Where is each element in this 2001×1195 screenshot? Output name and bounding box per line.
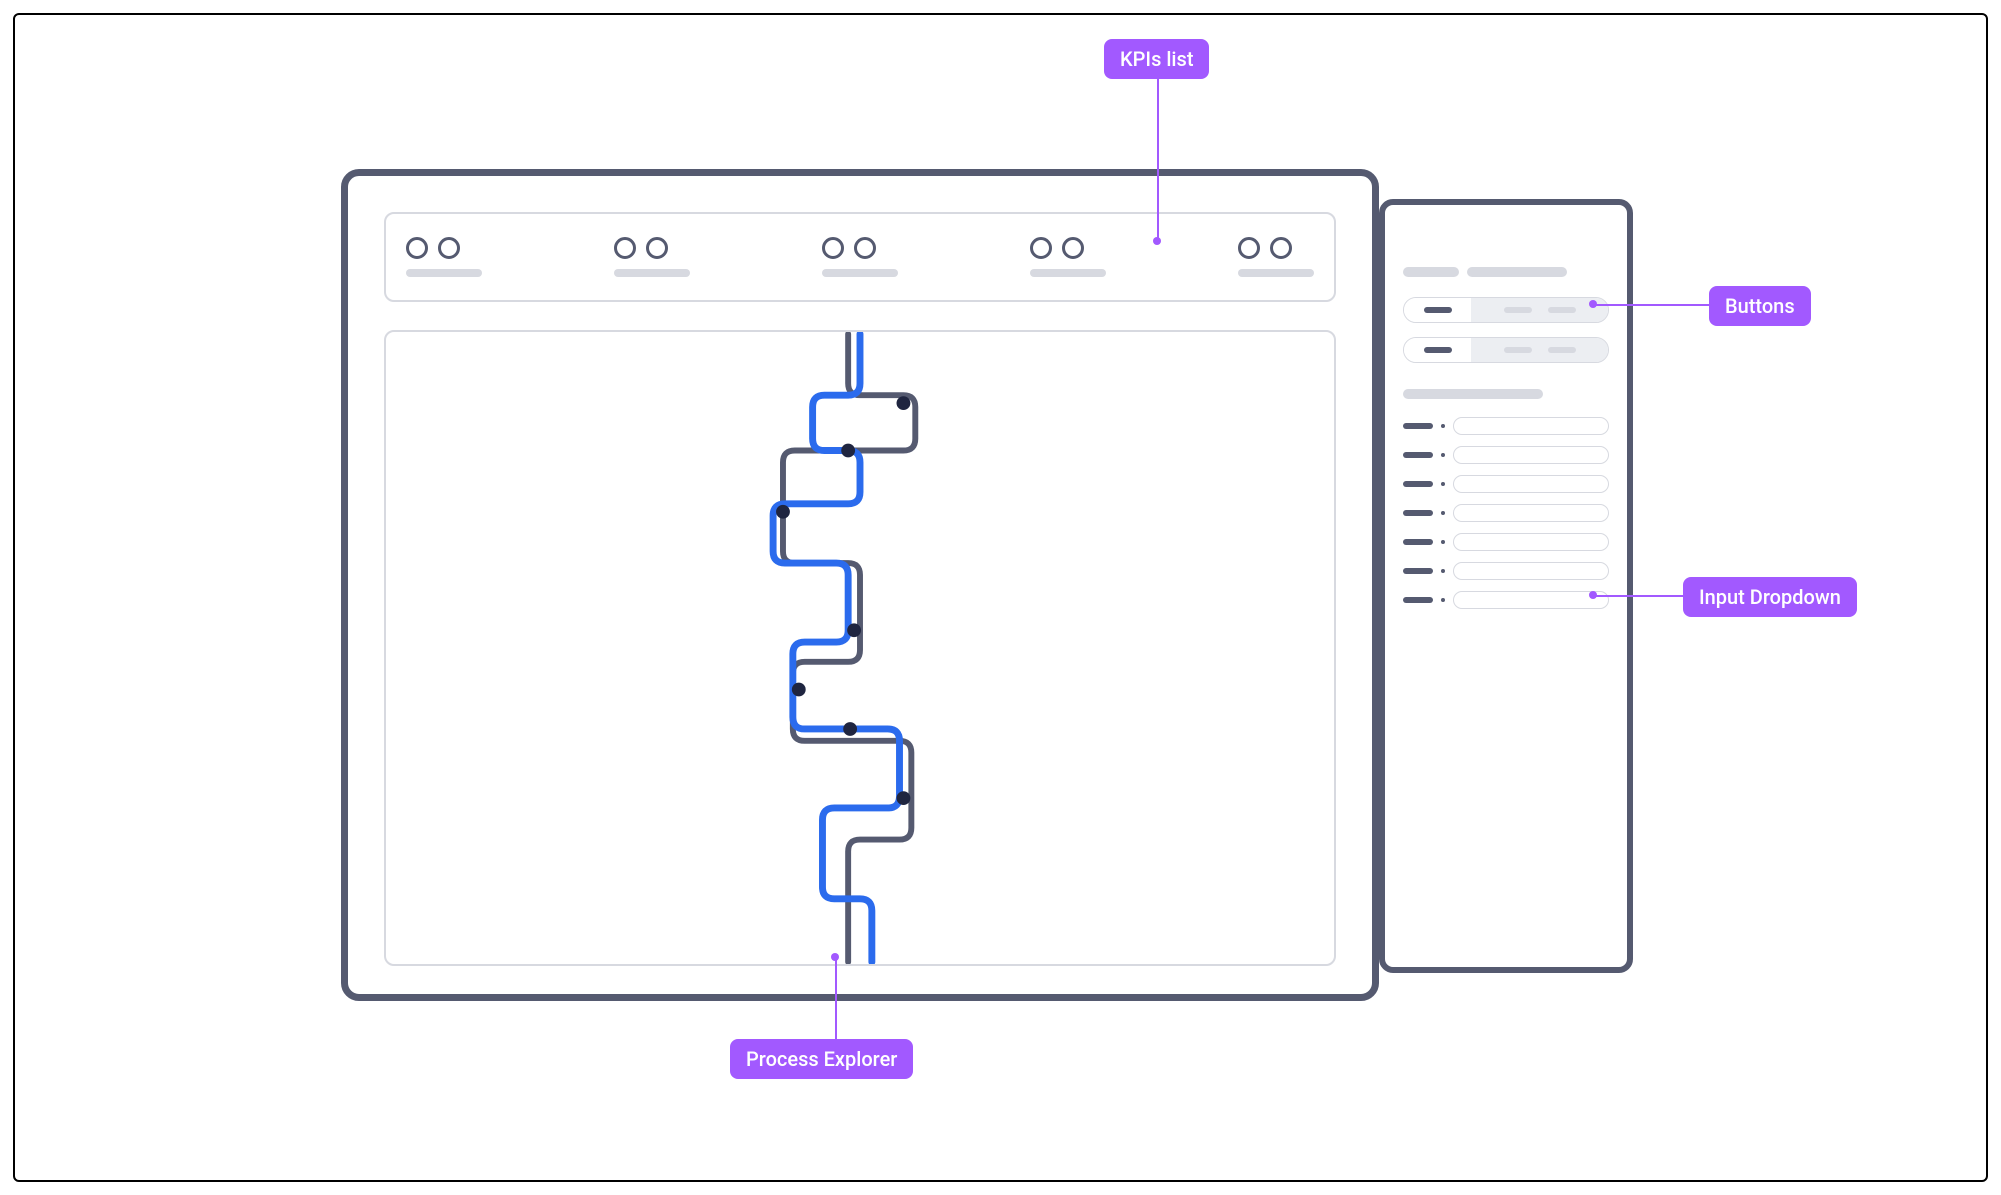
kpi-cell-4[interactable] [1030,237,1106,277]
kpi-cell-3[interactable] [822,237,898,277]
side-panel [1379,199,1633,973]
button-group-2[interactable] [1403,337,1609,363]
side-panel-section-title [1403,389,1543,399]
button-group-1[interactable] [1403,297,1609,323]
annotation-dropdown-dot [1589,591,1597,599]
kpis-list [384,212,1336,302]
main-panel [341,169,1379,1001]
kpi-cell-1[interactable] [406,237,482,277]
input-dropdown-row-6[interactable] [1403,562,1609,580]
input-dropdown-row-7[interactable] [1403,591,1609,609]
annotation-kpis-dot [1153,237,1161,245]
outer-frame: KPIs list Buttons Input Dropdown Process… [13,13,1988,1182]
input-dropdown-row-5[interactable] [1403,533,1609,551]
input-dropdown-row-1[interactable] [1403,417,1609,435]
kpi-cell-5[interactable] [1238,237,1314,277]
process-explorer[interactable] [384,330,1336,966]
side-panel-title [1403,267,1609,277]
annotation-buttons: Buttons [1709,286,1811,326]
annotation-buttons-dot [1589,300,1597,308]
input-dropdown-row-3[interactable] [1403,475,1609,493]
annotation-dropdown: Input Dropdown [1683,577,1857,617]
annotation-kpis-leader [1157,77,1159,239]
input-dropdown-row-4[interactable] [1403,504,1609,522]
kpi-cell-2[interactable] [614,237,690,277]
annotation-process: Process Explorer [730,1039,913,1079]
annotation-process-dot [831,953,839,961]
annotation-buttons-leader [1595,304,1709,306]
annotation-kpis: KPIs list [1104,39,1209,79]
wireframe-stage [341,169,1633,1001]
annotation-dropdown-leader [1595,595,1683,597]
input-dropdown-row-2[interactable] [1403,446,1609,464]
annotation-process-leader [835,959,837,1039]
process-graph-icon [386,332,1334,964]
